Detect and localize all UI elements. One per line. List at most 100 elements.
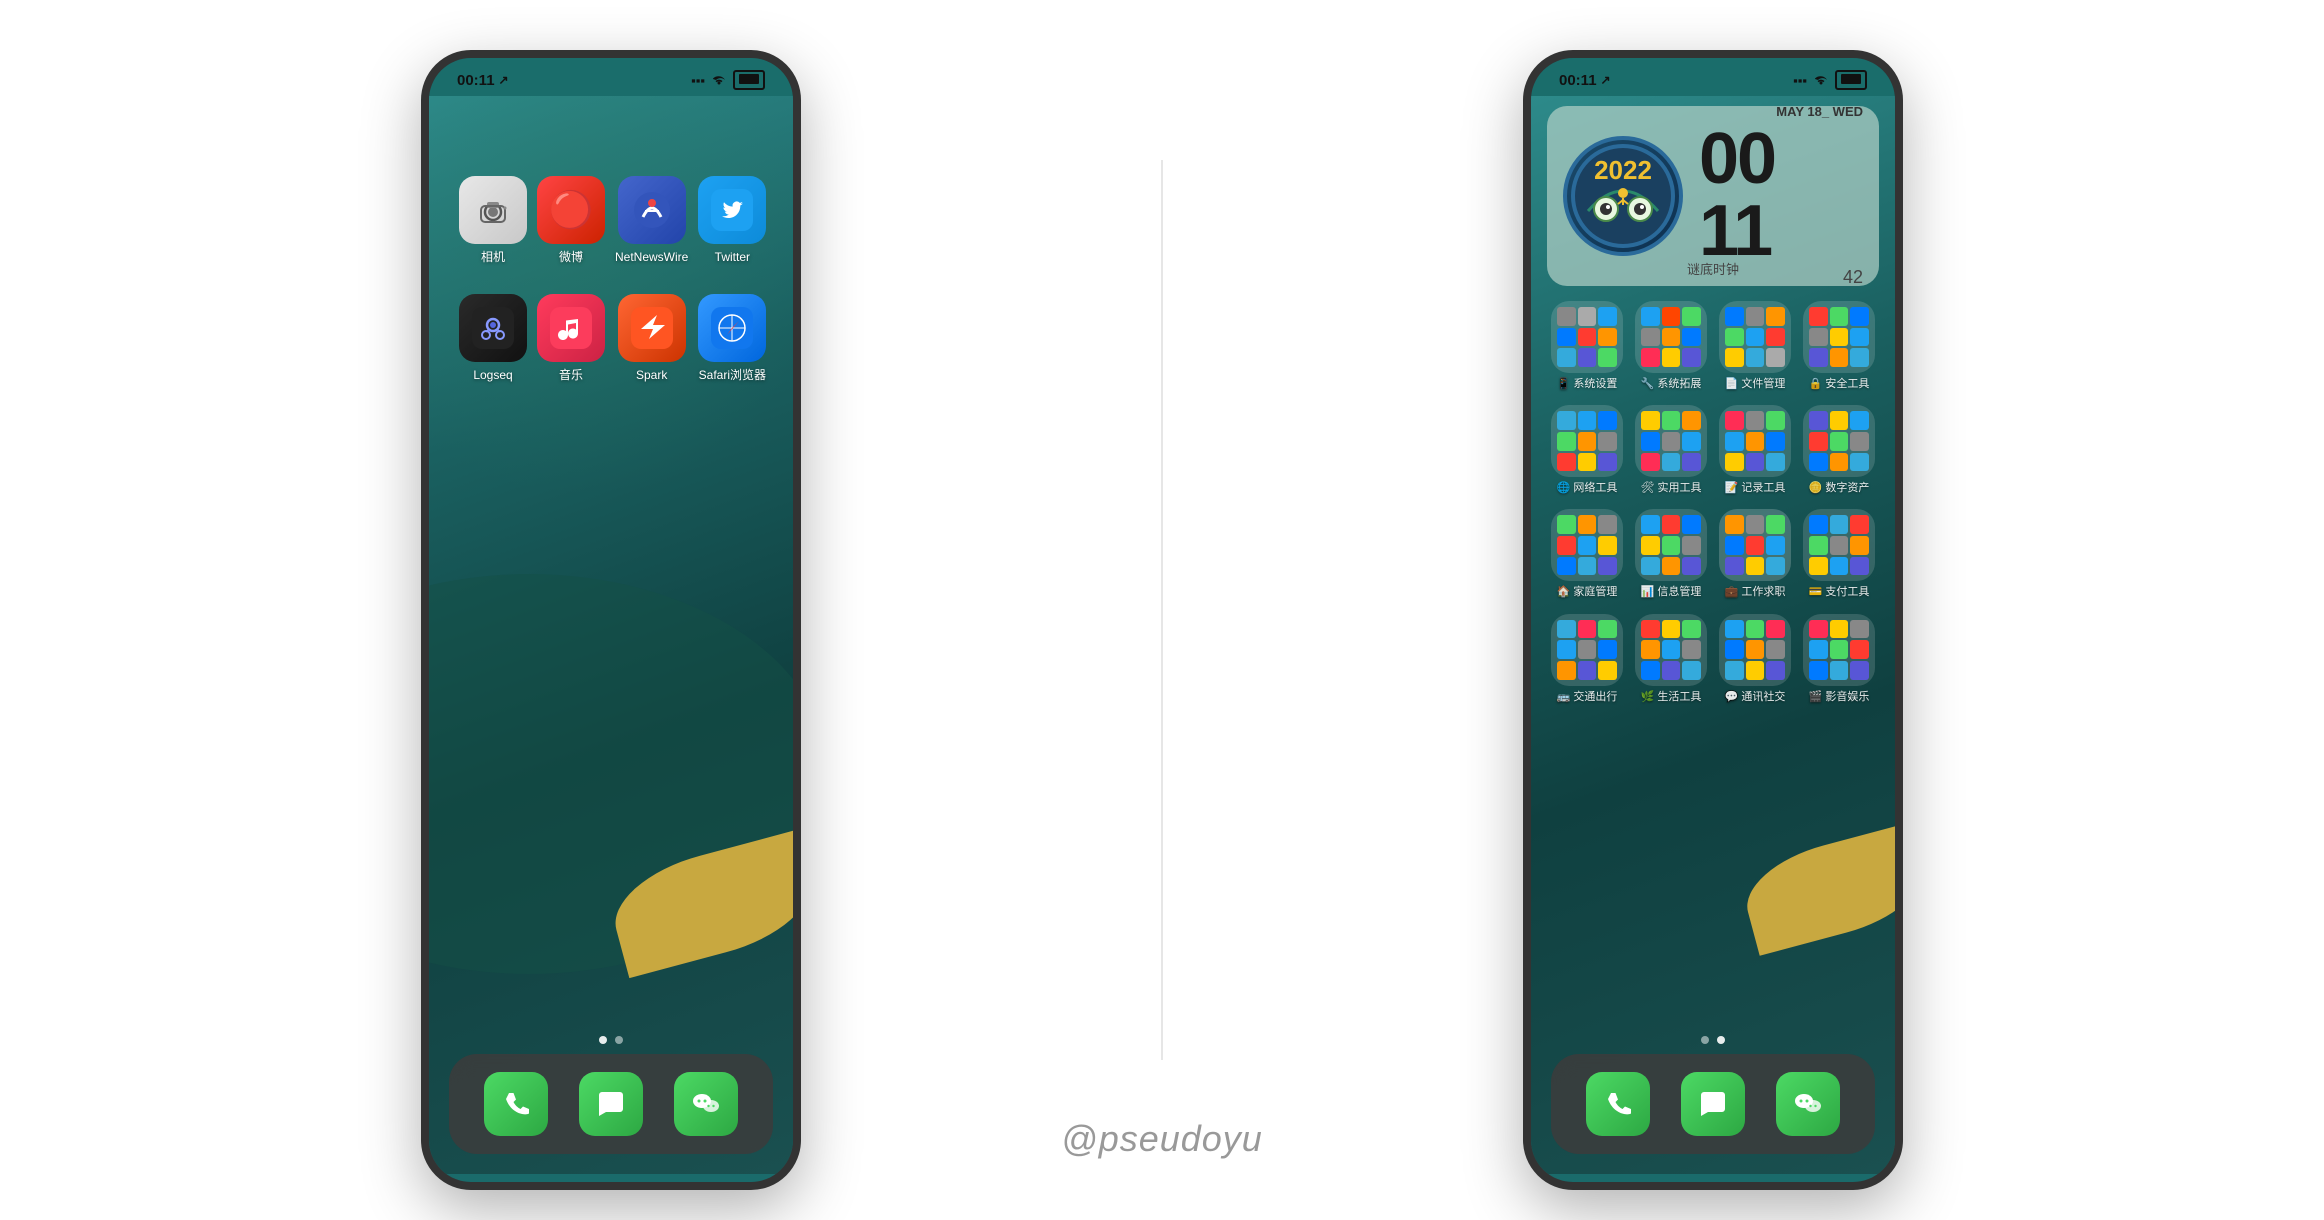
- left-time: 00:11: [457, 72, 495, 89]
- folder-system-ext[interactable]: 🔧 系统拓展: [1633, 301, 1709, 391]
- folder-lifestyle[interactable]: 🌿 生活工具: [1633, 614, 1709, 704]
- clock-widget[interactable]: 2022: [1547, 106, 1879, 286]
- right-status-bar: 00:11 ↗ ▪▪▪: [1531, 58, 1895, 96]
- app-weibo[interactable]: 🔴 微博: [537, 176, 605, 264]
- app-logseq[interactable]: Logseq: [459, 294, 527, 382]
- clock-date: MAY 18_ WED: [1699, 104, 1863, 119]
- folder-recording[interactable]: 📝 记录工具: [1717, 405, 1793, 495]
- app-twitter[interactable]: Twitter: [698, 176, 766, 264]
- watermark: @pseudoyu: [1061, 1118, 1263, 1160]
- app-safari[interactable]: Safari浏览器: [698, 294, 766, 382]
- folder-payment-label: 💳 支付工具: [1809, 586, 1870, 599]
- left-dot-1: [599, 1036, 607, 1044]
- right-folder-grid: 📱 系统设置 🔧 系统拓展: [1541, 301, 1885, 704]
- spark-icon: [618, 294, 686, 362]
- folder-system-settings[interactable]: 📱 系统设置: [1549, 301, 1625, 391]
- folder-entertainment-label: 🎬 影音娱乐: [1809, 691, 1870, 704]
- right-status-right: ▪▪▪: [1793, 70, 1867, 90]
- right-dot-1: [1701, 1036, 1709, 1044]
- folder-transport-icon: [1551, 614, 1623, 686]
- right-time: 00:11: [1559, 72, 1597, 89]
- folder-system-ext-label: 🔧 系统拓展: [1641, 378, 1702, 391]
- right-screen: 2022: [1531, 96, 1895, 1174]
- dock-messages[interactable]: [579, 1072, 643, 1136]
- left-screen: 相机 🔴 微博 NetNewsWire: [429, 96, 793, 1174]
- left-status-right: ▪▪▪: [691, 70, 765, 90]
- left-app-grid: 相机 🔴 微博 NetNewsWire: [429, 156, 793, 403]
- folder-lifestyle-icon: [1635, 614, 1707, 686]
- folder-info-mgmt[interactable]: 📊 信息管理: [1633, 509, 1709, 599]
- left-page-dots: [599, 1036, 623, 1044]
- page-wrapper: 00:11 ↗ ▪▪▪: [0, 0, 2324, 1220]
- folder-digital-assets[interactable]: 🪙 数字资产: [1801, 405, 1877, 495]
- weibo-icon: 🔴: [537, 176, 605, 244]
- logseq-icon: [459, 294, 527, 362]
- twitter-label: Twitter: [715, 250, 750, 264]
- safari-label: Safari浏览器: [699, 368, 766, 382]
- folder-recording-icon: [1719, 405, 1791, 477]
- folder-system-settings-label: 📱 系统设置: [1557, 378, 1618, 391]
- folder-security[interactable]: 🔒 安全工具: [1801, 301, 1877, 391]
- folder-digital-assets-icon: [1803, 405, 1875, 477]
- right-dock-phone[interactable]: [1586, 1072, 1650, 1136]
- folder-social[interactable]: 💬 通讯社交: [1717, 614, 1793, 704]
- folder-file-mgmt-label: 📄 文件管理: [1725, 378, 1786, 391]
- weibo-label: 微博: [559, 250, 583, 264]
- right-phone: 00:11 ↗ ▪▪▪: [1523, 50, 1903, 1190]
- right-dock-messages[interactable]: [1681, 1072, 1745, 1136]
- right-dock-wechat[interactable]: [1776, 1072, 1840, 1136]
- clock-hours: 00: [1699, 119, 1775, 199]
- folder-recording-label: 📝 记录工具: [1725, 482, 1786, 495]
- folder-info-mgmt-label: 📊 信息管理: [1641, 586, 1702, 599]
- folder-info-mgmt-icon: [1635, 509, 1707, 581]
- left-phone: 00:11 ↗ ▪▪▪: [421, 50, 801, 1190]
- music-icon: [537, 294, 605, 362]
- folder-work-icon: [1719, 509, 1791, 581]
- folder-transport[interactable]: 🚌 交通出行: [1549, 614, 1625, 704]
- left-wifi-icon: [711, 74, 727, 86]
- right-dock: [1551, 1054, 1875, 1154]
- safari-icon: [698, 294, 766, 362]
- folder-network-icon: [1551, 405, 1623, 477]
- folder-file-mgmt-icon: [1719, 301, 1791, 373]
- camera-icon: [459, 176, 527, 244]
- app-camera[interactable]: 相机: [459, 176, 527, 264]
- right-location-icon: ↗: [1601, 73, 1611, 87]
- folder-entertainment[interactable]: 🎬 影音娱乐: [1801, 614, 1877, 704]
- app-netnewswire[interactable]: NetNewsWire: [615, 176, 688, 264]
- folder-security-icon: [1803, 301, 1875, 373]
- folder-transport-label: 🚌 交通出行: [1557, 691, 1618, 704]
- folder-social-label: 💬 通讯社交: [1725, 691, 1786, 704]
- right-signal-icon: ▪▪▪: [1793, 73, 1807, 88]
- right-status-left: 00:11 ↗: [1559, 72, 1611, 89]
- folder-family-icon: [1551, 509, 1623, 581]
- right-battery-icon: [1835, 70, 1867, 90]
- left-status-left: 00:11 ↗: [457, 72, 509, 89]
- svg-text:2022: 2022: [1594, 155, 1652, 185]
- clock-badge: 2022: [1563, 136, 1683, 256]
- dock-wechat[interactable]: [674, 1072, 738, 1136]
- left-signal-icon: ▪▪▪: [691, 73, 705, 88]
- netnews-label: NetNewsWire: [615, 250, 688, 264]
- folder-utility-icon: [1635, 405, 1707, 477]
- folder-network[interactable]: 🌐 网络工具: [1549, 405, 1625, 495]
- app-spark[interactable]: Spark: [615, 294, 688, 382]
- dock-phone[interactable]: [484, 1072, 548, 1136]
- folder-security-label: 🔒 安全工具: [1809, 378, 1870, 391]
- app-music[interactable]: 音乐: [537, 294, 605, 382]
- folder-social-icon: [1719, 614, 1791, 686]
- folder-payment-icon: [1803, 509, 1875, 581]
- folder-system-settings-icon: [1551, 301, 1623, 373]
- folder-work[interactable]: 💼 工作求职: [1717, 509, 1793, 599]
- left-status-bar: 00:11 ↗ ▪▪▪: [429, 58, 793, 96]
- folder-file-mgmt[interactable]: 📄 文件管理: [1717, 301, 1793, 391]
- clock-widget-name: 谜底时钟: [1547, 259, 1879, 278]
- folder-utility[interactable]: 🛠 实用工具: [1633, 405, 1709, 495]
- folder-lifestyle-label: 🌿 生活工具: [1641, 691, 1702, 704]
- folder-utility-label: 🛠 实用工具: [1640, 482, 1701, 495]
- folder-entertainment-icon: [1803, 614, 1875, 686]
- folder-network-label: 🌐 网络工具: [1557, 482, 1618, 495]
- folder-payment[interactable]: 💳 支付工具: [1801, 509, 1877, 599]
- netnews-icon: [618, 176, 686, 244]
- folder-family[interactable]: 🏠 家庭管理: [1549, 509, 1625, 599]
